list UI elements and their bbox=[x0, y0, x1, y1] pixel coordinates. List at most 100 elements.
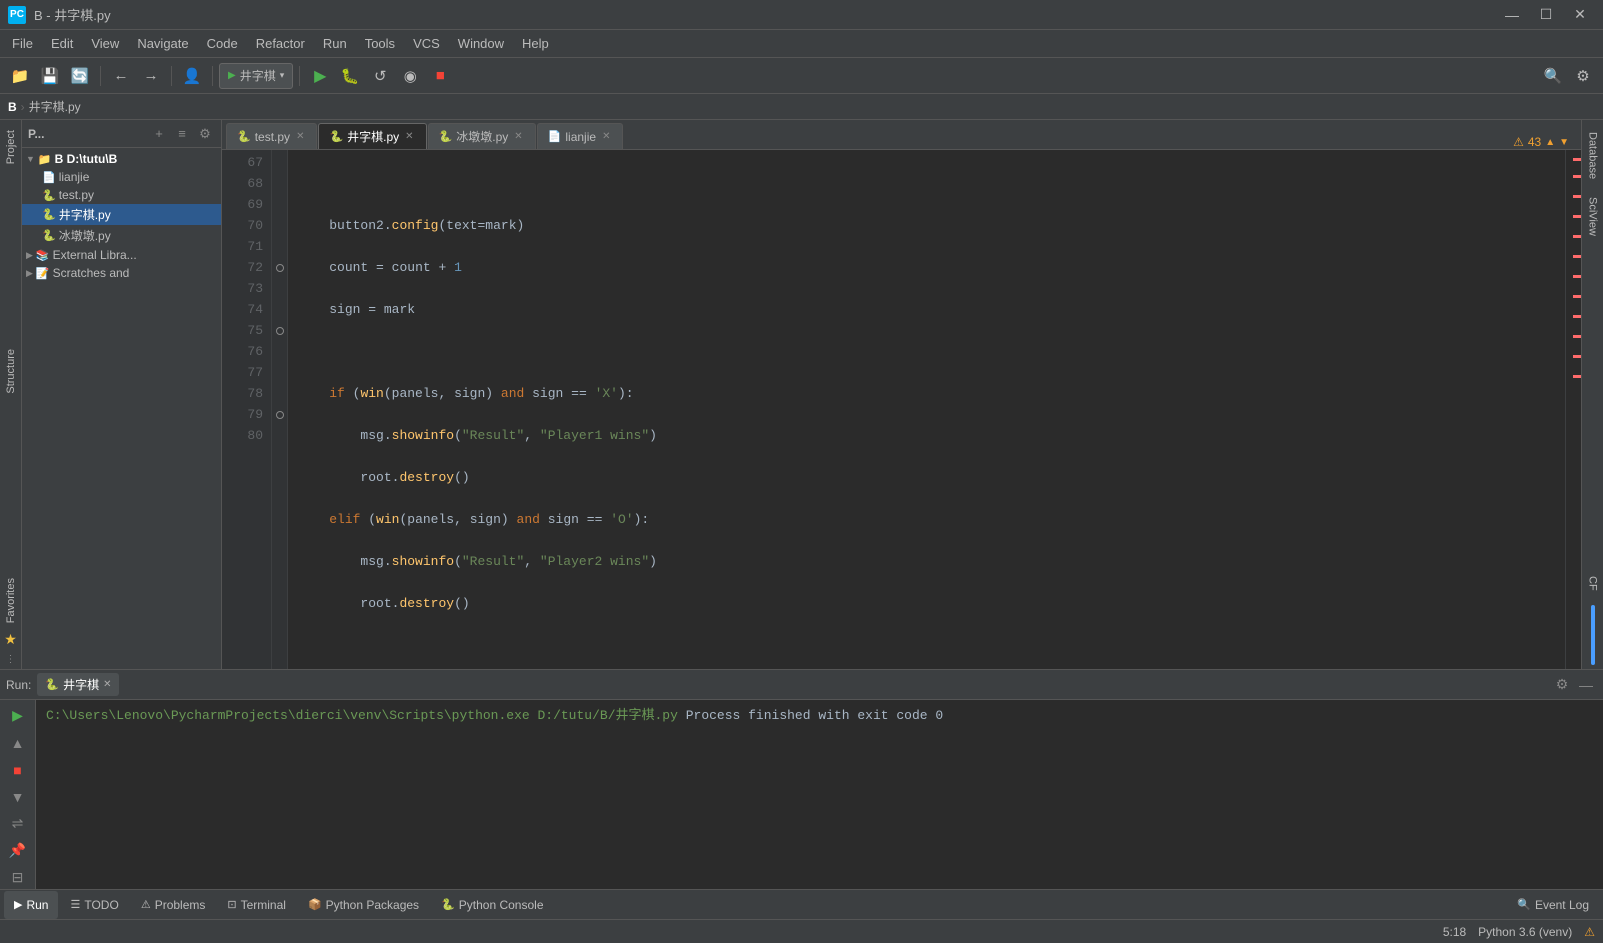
main-py-icon: 🐍 bbox=[42, 208, 56, 221]
run-scroll-up-button[interactable]: ▲ bbox=[6, 731, 30, 754]
menu-tools[interactable]: Tools bbox=[357, 32, 403, 55]
run-tab-main[interactable]: 🐍 井字棋 ✕ bbox=[37, 673, 119, 696]
open-file-button[interactable]: 📁 bbox=[6, 62, 34, 90]
run-collapse-button[interactable]: ⊟ bbox=[6, 866, 30, 889]
sync-button[interactable]: 🔄 bbox=[66, 62, 94, 90]
right-sidebar-cf[interactable]: CF bbox=[1585, 568, 1601, 599]
tab-lianjie[interactable]: 📄 lianjie ✕ bbox=[537, 123, 624, 149]
bottom-tab-run[interactable]: ▶ Run bbox=[4, 891, 58, 919]
editor-content: 67 68 69 70 71 72 73 74 75 76 77 78 79 8… bbox=[222, 150, 1581, 669]
tab-test-py-close[interactable]: ✕ bbox=[294, 130, 306, 143]
settings-panel-button[interactable]: ⚙ bbox=[195, 124, 215, 144]
bottom-tab-python-packages[interactable]: 📦 Python Packages bbox=[298, 891, 429, 919]
project-panel-title: P... bbox=[28, 127, 44, 141]
warning-chevron-up[interactable]: ▲ bbox=[1545, 137, 1555, 148]
code-editor[interactable]: button2.config(text=mark) count = count … bbox=[288, 150, 1565, 669]
run-play-button[interactable]: ▶ bbox=[6, 704, 30, 727]
app-icon: PC bbox=[8, 6, 26, 24]
run-settings-button[interactable]: ⚙ bbox=[1551, 674, 1573, 696]
project-tree: ▼ 📁 B D:\tutu\B 📄 lianjie 🐍 test.py 🐍 井字… bbox=[22, 148, 221, 669]
scroll-marker-11 bbox=[1573, 355, 1581, 358]
line-numbers: 67 68 69 70 71 72 73 74 75 76 77 78 79 8… bbox=[222, 150, 272, 669]
tree-item-lianjie[interactable]: 📄 lianjie bbox=[22, 168, 221, 186]
bottom-tab-todo[interactable]: ☰ TODO bbox=[60, 891, 128, 919]
cursor-position[interactable]: 5:18 bbox=[1443, 925, 1466, 939]
menu-run[interactable]: Run bbox=[315, 32, 355, 55]
menu-edit[interactable]: Edit bbox=[43, 32, 81, 55]
warning-chevron-down[interactable]: ▼ bbox=[1559, 137, 1569, 148]
bottom-tab-python-console[interactable]: 🐍 Python Console bbox=[431, 891, 553, 919]
favorites-star-icon[interactable]: ★ bbox=[4, 631, 17, 648]
run-minimize-button[interactable]: — bbox=[1575, 674, 1597, 696]
maximize-button[interactable]: ☐ bbox=[1531, 4, 1561, 26]
warning-indicator[interactable]: ⚠ 43 ▲ ▼ bbox=[1505, 135, 1577, 149]
run-config-button[interactable]: ▶ 井字棋 ▾ bbox=[219, 63, 293, 89]
bottom-tab-terminal[interactable]: ⊡ Terminal bbox=[217, 891, 296, 919]
reload-button[interactable]: ↺ bbox=[366, 62, 394, 90]
bottom-tab-problems[interactable]: ⚠ Problems bbox=[131, 891, 216, 919]
more-options-icon[interactable]: ⋮ bbox=[6, 654, 16, 665]
user-button[interactable]: 👤 bbox=[178, 62, 206, 90]
scroll-markers[interactable] bbox=[1565, 150, 1581, 669]
run-stop-button[interactable]: ■ bbox=[6, 758, 30, 781]
back-button[interactable]: ← bbox=[107, 62, 135, 90]
menu-vcs[interactable]: VCS bbox=[405, 32, 448, 55]
python-version[interactable]: Python 3.6 (venv) bbox=[1478, 925, 1572, 939]
stop-button[interactable]: ■ bbox=[426, 62, 454, 90]
tree-item-bingdundun[interactable]: 🐍 冰墩墩.py bbox=[22, 225, 221, 246]
separator-1 bbox=[100, 66, 101, 86]
tab-bingdundun-py[interactable]: 🐍 冰墩墩.py ✕ bbox=[428, 123, 536, 149]
right-strip: Database SciView CF bbox=[1581, 120, 1603, 669]
forward-button[interactable]: → bbox=[137, 62, 165, 90]
menu-refactor[interactable]: Refactor bbox=[248, 32, 313, 55]
sidebar-project-label[interactable]: Project bbox=[3, 124, 19, 170]
tab-test-py[interactable]: 🐍 test.py ✕ bbox=[226, 123, 317, 149]
bottom-tab-bar: ▶ Run ☰ TODO ⚠ Problems ⊡ Terminal 📦 Pyt… bbox=[0, 889, 1603, 919]
add-file-button[interactable]: + bbox=[149, 124, 169, 144]
tree-root-item[interactable]: ▼ 📁 B D:\tutu\B bbox=[22, 150, 221, 168]
tree-item-bingziqie[interactable]: 🐍 井字棋.py bbox=[22, 204, 221, 225]
search-button[interactable]: 🔍 bbox=[1539, 62, 1567, 90]
menu-file[interactable]: File bbox=[4, 32, 41, 55]
menu-navigate[interactable]: Navigate bbox=[129, 32, 196, 55]
menu-view[interactable]: View bbox=[83, 32, 127, 55]
debug-button[interactable]: 🐛 bbox=[336, 62, 364, 90]
tab-test-py-icon: 🐍 bbox=[237, 130, 251, 143]
menu-window[interactable]: Window bbox=[450, 32, 512, 55]
sidebar-structure-label[interactable]: Structure bbox=[3, 343, 19, 400]
right-sidebar-database[interactable]: Database bbox=[1585, 124, 1601, 187]
menu-help[interactable]: Help bbox=[514, 32, 557, 55]
tree-item-scratches[interactable]: ▶ 📝 Scratches and bbox=[22, 264, 221, 282]
bottom-tab-event-log[interactable]: 🔍 Event Log bbox=[1507, 891, 1599, 919]
run-pin-button[interactable]: 📌 bbox=[6, 839, 30, 862]
tab-main-close[interactable]: ✕ bbox=[403, 130, 415, 143]
run-tab-close[interactable]: ✕ bbox=[103, 679, 111, 690]
close-button[interactable]: ✕ bbox=[1565, 4, 1595, 26]
collapse-all-button[interactable]: ≡ bbox=[172, 124, 192, 144]
gutter-69 bbox=[272, 194, 287, 215]
editor-area: 🐍 test.py ✕ 🐍 井字棋.py ✕ 🐍 冰墩墩.py ✕ 📄 lian… bbox=[222, 120, 1581, 669]
right-sidebar-sciview[interactable]: SciView bbox=[1585, 189, 1601, 244]
breadcrumb-b[interactable]: B bbox=[8, 100, 17, 114]
tree-item-test[interactable]: 🐍 test.py bbox=[22, 186, 221, 204]
bottom-panel: Run: 🐍 井字棋 ✕ ⚙ — ▶ ▲ ■ ▼ ⇌ 📌 ⊟ C:\Users\… bbox=[0, 669, 1603, 889]
run-scroll-down-button[interactable]: ▼ bbox=[6, 785, 30, 808]
gutter-67 bbox=[272, 152, 287, 173]
minimize-button[interactable]: — bbox=[1497, 4, 1527, 26]
coverage-button[interactable]: ◉ bbox=[396, 62, 424, 90]
tab-main-py[interactable]: 🐍 井字棋.py ✕ bbox=[318, 123, 426, 149]
menu-code[interactable]: Code bbox=[199, 32, 246, 55]
run-button[interactable]: ▶ bbox=[306, 62, 334, 90]
gutter-76 bbox=[272, 341, 287, 362]
run-wrap-button[interactable]: ⇌ bbox=[6, 812, 30, 835]
tab-bingdundun-close[interactable]: ✕ bbox=[512, 130, 524, 143]
settings-button[interactable]: ⚙ bbox=[1569, 62, 1597, 90]
tree-item-external-libs[interactable]: ▶ 📚 External Libra... bbox=[22, 246, 221, 264]
breadcrumb-file[interactable]: 井字棋.py bbox=[29, 98, 81, 115]
save-button[interactable]: 💾 bbox=[36, 62, 64, 90]
gutter bbox=[272, 150, 288, 669]
tab-lianjie-close[interactable]: ✕ bbox=[600, 130, 612, 143]
scratches-icon: 📝 bbox=[36, 267, 50, 280]
sidebar-favorites-label[interactable]: Favorites bbox=[3, 572, 19, 629]
gutter-73 bbox=[272, 278, 287, 299]
